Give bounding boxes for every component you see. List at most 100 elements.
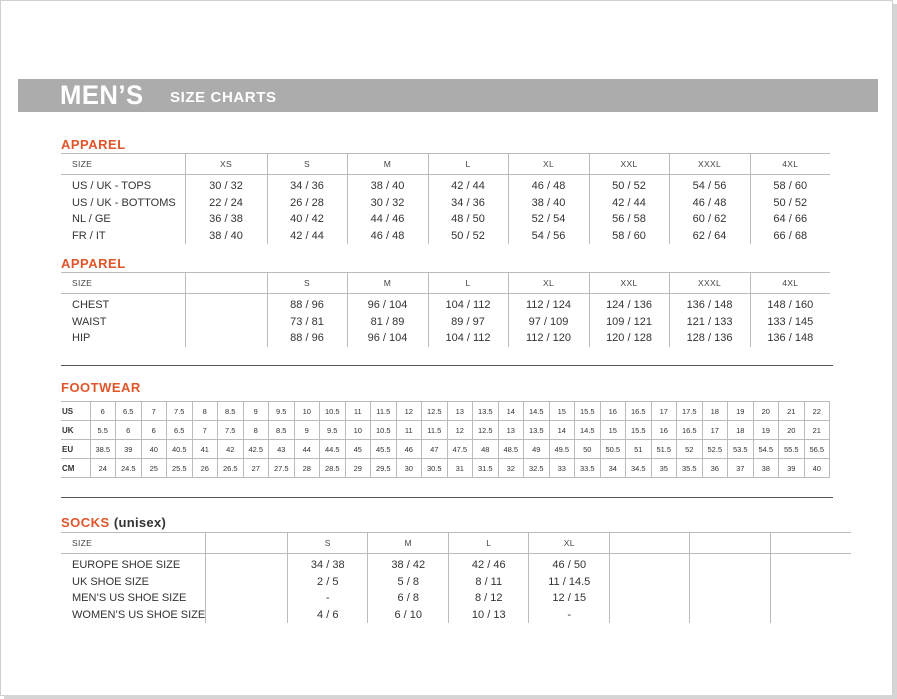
table-cell: 29.5 bbox=[370, 458, 397, 478]
table-cell bbox=[184, 330, 267, 347]
table-cell: 14.5 bbox=[574, 420, 601, 440]
table-cell: 16 bbox=[599, 401, 626, 421]
table-cell bbox=[689, 606, 771, 623]
table-cell: 42 / 44 bbox=[427, 174, 508, 195]
table-cell: 15.5 bbox=[574, 401, 601, 421]
table-cell: 35.5 bbox=[676, 458, 703, 478]
row-label: EU bbox=[61, 439, 91, 459]
table-cell: 22 / 24 bbox=[184, 194, 267, 211]
table-cell: 62 / 64 bbox=[668, 227, 750, 244]
table-cell: - bbox=[287, 590, 368, 607]
table-cell bbox=[205, 573, 288, 590]
row-label: HIP bbox=[72, 332, 91, 345]
table-cell: 15.5 bbox=[625, 420, 652, 440]
table-cell: 56 / 58 bbox=[588, 211, 669, 228]
table-row: US 6 6.5 7 7.5 8 8.5 9 9.5 10 10.5 11 11.5 12 12.5 13 13… bbox=[61, 401, 830, 421]
table-cell: 55.5 bbox=[778, 439, 805, 459]
page-title: MEN’S bbox=[60, 80, 144, 110]
table-cell: 38 / 40 bbox=[507, 194, 589, 211]
table-cell: 7.5 bbox=[166, 401, 193, 421]
table-cell: 88 / 96 bbox=[266, 330, 347, 347]
table-cell: 39 bbox=[115, 439, 142, 459]
table-cell: 34 / 36 bbox=[427, 194, 508, 211]
table-cell: 41 bbox=[191, 439, 218, 459]
section-title-footwear: FOOTWEAR bbox=[61, 380, 141, 395]
table-cell: 10.5 bbox=[319, 401, 346, 421]
section-title-socks: SOCKS (unisex) bbox=[61, 515, 166, 530]
table-cell bbox=[184, 293, 267, 314]
column-header: XL bbox=[507, 272, 589, 294]
table-cell: 38 bbox=[752, 458, 779, 478]
table-cell: 9 bbox=[242, 401, 269, 421]
table-cell: 9.5 bbox=[268, 401, 295, 421]
column-header: SIZE bbox=[61, 532, 206, 554]
table-row: EUROPE SHOE SIZE 34 / 38 38 / 42 42 / 46 46 … bbox=[61, 553, 851, 574]
table-cell: 47.5 bbox=[446, 439, 473, 459]
column-header: XL bbox=[507, 153, 589, 175]
table-cell: 88 / 96 bbox=[266, 293, 347, 314]
table-cell: 42 bbox=[217, 439, 244, 459]
table-cell bbox=[689, 573, 771, 590]
table-cell: 33.5 bbox=[574, 458, 601, 478]
table-cell: 24 bbox=[89, 458, 116, 478]
table-cell: 47 bbox=[421, 439, 448, 459]
table-cell: 7 bbox=[140, 401, 167, 421]
table-header-row: SIZE S M L XL bbox=[61, 532, 851, 554]
table-cell: 35 bbox=[650, 458, 677, 478]
table-cell bbox=[689, 590, 771, 607]
table-cell: 96 / 104 bbox=[346, 293, 428, 314]
table-cell: 26.5 bbox=[217, 458, 244, 478]
table-cell: 18 bbox=[727, 420, 754, 440]
table-cell: 8 / 11 bbox=[448, 573, 529, 590]
table-cell: 48.5 bbox=[497, 439, 524, 459]
table-row: HIP 88 / 96 96 / 104 104 / 112 112 / 120 120 … bbox=[61, 330, 830, 347]
table-row: US / UK - TOPS 30 / 32 34 / 36 38 / 40 42 / … bbox=[61, 174, 830, 195]
table-cell: 46 / 48 bbox=[507, 174, 589, 195]
column-header bbox=[609, 532, 690, 554]
page-shadow bbox=[893, 4, 897, 699]
table-cell: 15 bbox=[599, 420, 626, 440]
table-cell: 12 bbox=[446, 420, 473, 440]
table-cell: 30 bbox=[395, 458, 422, 478]
table-cell bbox=[770, 606, 851, 623]
table-cell: 50 / 52 bbox=[588, 174, 669, 195]
table-cell: 7 bbox=[191, 420, 218, 440]
table-header-row: SIZE XS S M L XL XXL XXXL 4XL bbox=[61, 153, 830, 175]
table-cell: 96 / 104 bbox=[346, 330, 428, 347]
table-row: US / UK - BOTTOMS 22 / 24 26 / 28 30 / 32 34… bbox=[61, 194, 830, 211]
table-cell: 89 / 97 bbox=[427, 313, 508, 330]
table-cell: 19 bbox=[752, 420, 779, 440]
column-header: M bbox=[367, 532, 449, 554]
page-shadow bbox=[4, 695, 897, 699]
table-cell: 46 / 48 bbox=[668, 194, 750, 211]
column-header bbox=[184, 272, 267, 294]
table-cell: 104 / 112 bbox=[427, 293, 508, 314]
row-label: UK bbox=[61, 420, 91, 440]
table-cell: 12.5 bbox=[472, 420, 499, 440]
table-cell: 14 bbox=[548, 420, 575, 440]
table-cell: 34.5 bbox=[625, 458, 652, 478]
table-row: UK 5.5 6 6 6.5 7 7.5 8 8.5 9 9.5 10 10.5 11 11.5 12 12.5… bbox=[61, 420, 830, 440]
table-cell bbox=[609, 590, 690, 607]
divider bbox=[61, 497, 833, 498]
table-cell bbox=[770, 590, 851, 607]
table-cell: 36 bbox=[701, 458, 728, 478]
table-cell: 27 bbox=[242, 458, 269, 478]
table-cell: 121 / 133 bbox=[668, 313, 750, 330]
table-cell: 27.5 bbox=[268, 458, 295, 478]
table-cell: 124 / 136 bbox=[588, 293, 669, 314]
column-header: L bbox=[427, 272, 508, 294]
column-header: L bbox=[448, 532, 529, 554]
table-cell: 50 / 52 bbox=[749, 194, 830, 211]
table-cell: 25 bbox=[140, 458, 167, 478]
table-cell: 26 / 28 bbox=[266, 194, 347, 211]
column-header bbox=[689, 532, 771, 554]
table-cell: 40 bbox=[140, 439, 167, 459]
table-cell bbox=[689, 553, 771, 574]
table-cell: 54 / 56 bbox=[668, 174, 750, 195]
table-cell: 50 bbox=[574, 439, 601, 459]
table-cell: 52.5 bbox=[701, 439, 728, 459]
table-cell: 8.5 bbox=[217, 401, 244, 421]
table-cell: 14 bbox=[497, 401, 524, 421]
table-cell: 133 / 145 bbox=[749, 313, 830, 330]
